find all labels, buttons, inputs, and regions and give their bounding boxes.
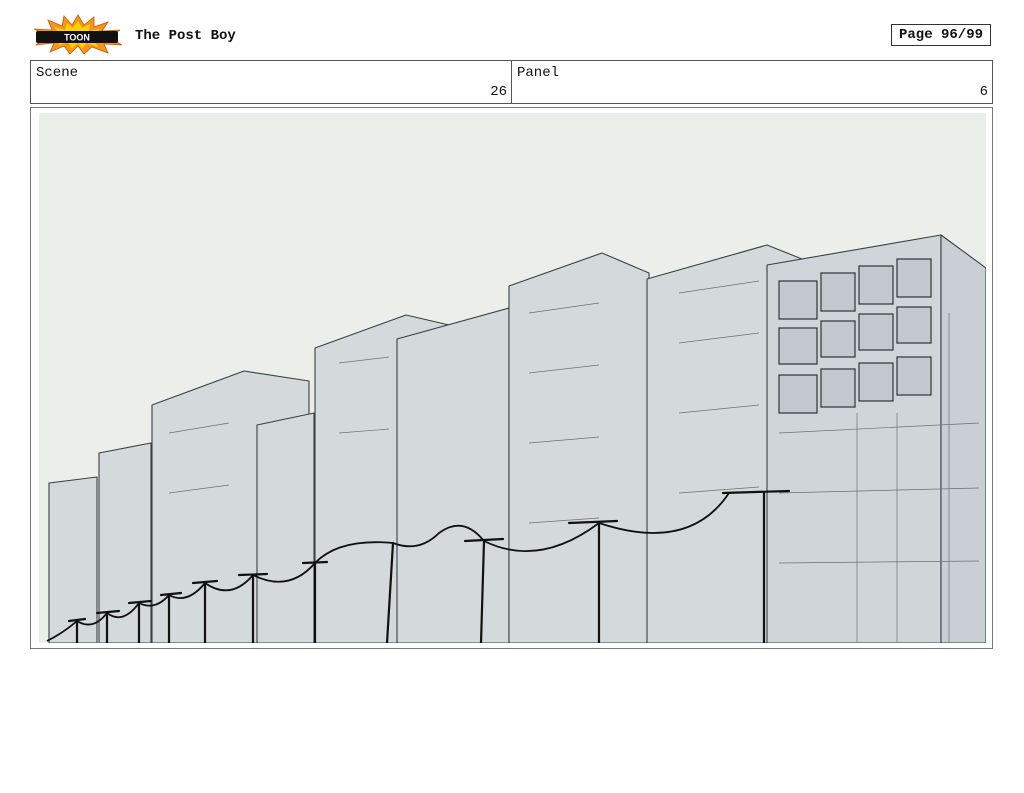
scene-label: Scene xyxy=(36,65,79,81)
storyboard-panel xyxy=(30,107,993,649)
panel-label: Panel xyxy=(517,65,560,81)
scene-panel-row: Scene 26 Panel 6 xyxy=(30,60,993,104)
scene-cell: Scene 26 xyxy=(31,61,511,103)
svg-text:TOON: TOON xyxy=(64,33,90,43)
panel-number: 6 xyxy=(979,84,988,100)
scene-number: 26 xyxy=(490,84,507,100)
document-title: The Post Boy xyxy=(135,28,236,44)
panel-sketch-image xyxy=(39,113,986,643)
page-number: Page 96/99 xyxy=(891,24,991,46)
toon-boom-logo-icon: TOON xyxy=(33,14,123,54)
panel-cell: Panel 6 xyxy=(511,61,992,103)
